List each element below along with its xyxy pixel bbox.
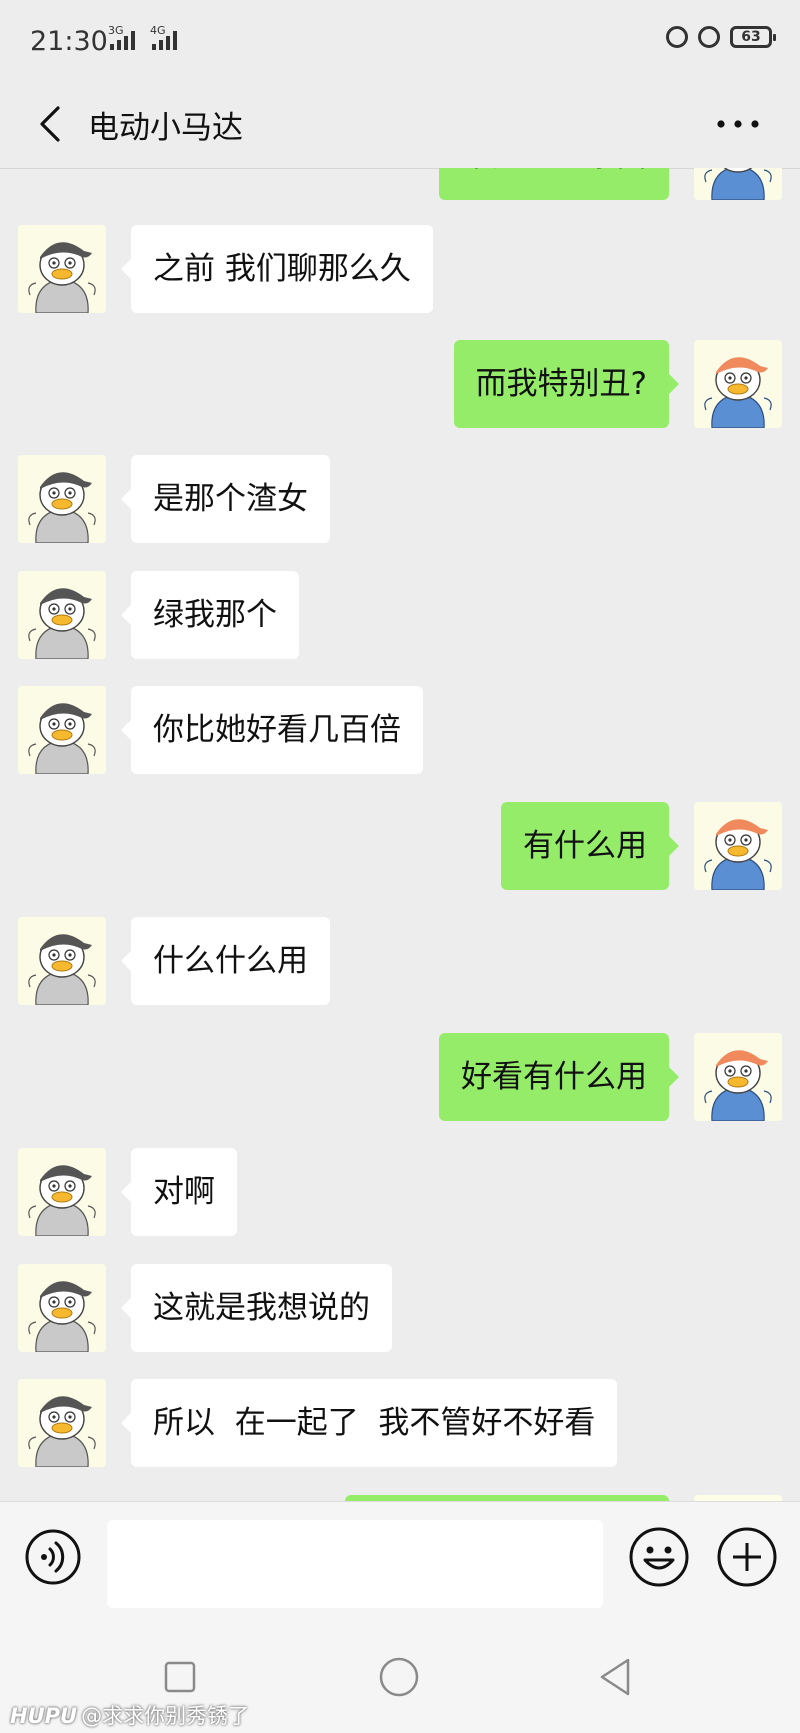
message-row-incoming: 之前 我们聊那么久: [0, 225, 800, 313]
message-row-outgoing: 而我特别丑?: [0, 340, 800, 428]
more-dots-icon[interactable]: [714, 112, 762, 136]
status-bar: 21:30 3G 4G 63: [0, 0, 800, 82]
status-time: 21:30: [30, 26, 108, 57]
contact-avatar[interactable]: [18, 225, 106, 313]
watermark-user: @求求你别秀锈了: [81, 1704, 250, 1728]
message-row-outgoing: 不是一个东西: [0, 168, 800, 200]
my-avatar[interactable]: [694, 802, 782, 890]
input-bar: [0, 1501, 800, 1614]
message-list[interactable]: 不是一个东西 之前 我们聊那么久 而我特别丑? 是那个渣女 绿我那个 你比她好看…: [0, 168, 800, 1501]
signal-icon: [110, 30, 135, 50]
my-avatar[interactable]: [694, 168, 782, 200]
watermark: HUPU @求求你别秀锈了: [10, 1700, 249, 1730]
message-bubble[interactable]: 所以 在一起了 我不管好不好看: [120, 1379, 618, 1467]
chat-header: 电动小马达: [0, 82, 800, 169]
message-bubble[interactable]: 不是一个东西: [439, 168, 669, 200]
message-bubble[interactable]: 你比她好看几百倍: [121, 686, 423, 774]
contact-avatar[interactable]: [18, 455, 106, 543]
contact-avatar[interactable]: [18, 1264, 106, 1352]
message-bubble[interactable]: 这就是我想说的: [121, 1264, 392, 1352]
message-row-incoming: 这就是我想说的: [0, 1264, 800, 1352]
back-arrow-icon[interactable]: [30, 102, 74, 146]
contact-avatar[interactable]: [18, 571, 106, 659]
message-row-incoming: 所以 在一起了 我不管好不好看: [0, 1379, 800, 1467]
message-bubble[interactable]: 而我特别丑?: [453, 340, 680, 428]
battery-icon: 63: [730, 26, 776, 48]
my-avatar[interactable]: [694, 340, 782, 428]
message-row-outgoing: 有什么用: [0, 802, 800, 890]
voice-icon[interactable]: [24, 1528, 82, 1586]
my-avatar[interactable]: [694, 1033, 782, 1121]
message-row-incoming: 对啊: [0, 1148, 800, 1236]
message-row-outgoing: 好看有什么用: [0, 1033, 800, 1121]
contact-avatar[interactable]: [18, 1379, 106, 1467]
message-bubble[interactable]: 之前 我们聊那么久: [121, 225, 433, 313]
message-input[interactable]: [107, 1520, 603, 1608]
signal-icon-2: [152, 30, 177, 50]
chat-title: 电动小马达: [88, 110, 243, 146]
message-bubble[interactable]: 绿我那个: [121, 571, 299, 659]
message-row-incoming: 绿我那个: [0, 571, 800, 659]
message-bubble[interactable]: 是那个渣女: [121, 455, 330, 543]
message-row-incoming: 你比她好看几百倍: [0, 686, 800, 774]
alarm-icon: [698, 26, 720, 48]
emoji-icon[interactable]: [628, 1526, 690, 1588]
watermark-brand: HUPU: [10, 1704, 78, 1728]
contact-avatar[interactable]: [18, 686, 106, 774]
message-bubble[interactable]: 有什么用: [501, 802, 679, 890]
message-bubble[interactable]: 什么什么用: [121, 917, 330, 1005]
home-icon[interactable]: [379, 1657, 419, 1697]
message-row-incoming: 是那个渣女: [0, 455, 800, 543]
lock-rotation-icon: [666, 26, 688, 48]
message-bubble[interactable]: 对啊: [121, 1148, 237, 1236]
contact-avatar[interactable]: [18, 1148, 106, 1236]
message-bubble[interactable]: 好看有什么用: [439, 1033, 679, 1121]
message-row-incoming: 什么什么用: [0, 917, 800, 1005]
system-back-icon[interactable]: [598, 1657, 632, 1697]
plus-icon[interactable]: [716, 1526, 778, 1588]
contact-avatar[interactable]: [18, 917, 106, 1005]
recents-icon[interactable]: [164, 1661, 196, 1693]
